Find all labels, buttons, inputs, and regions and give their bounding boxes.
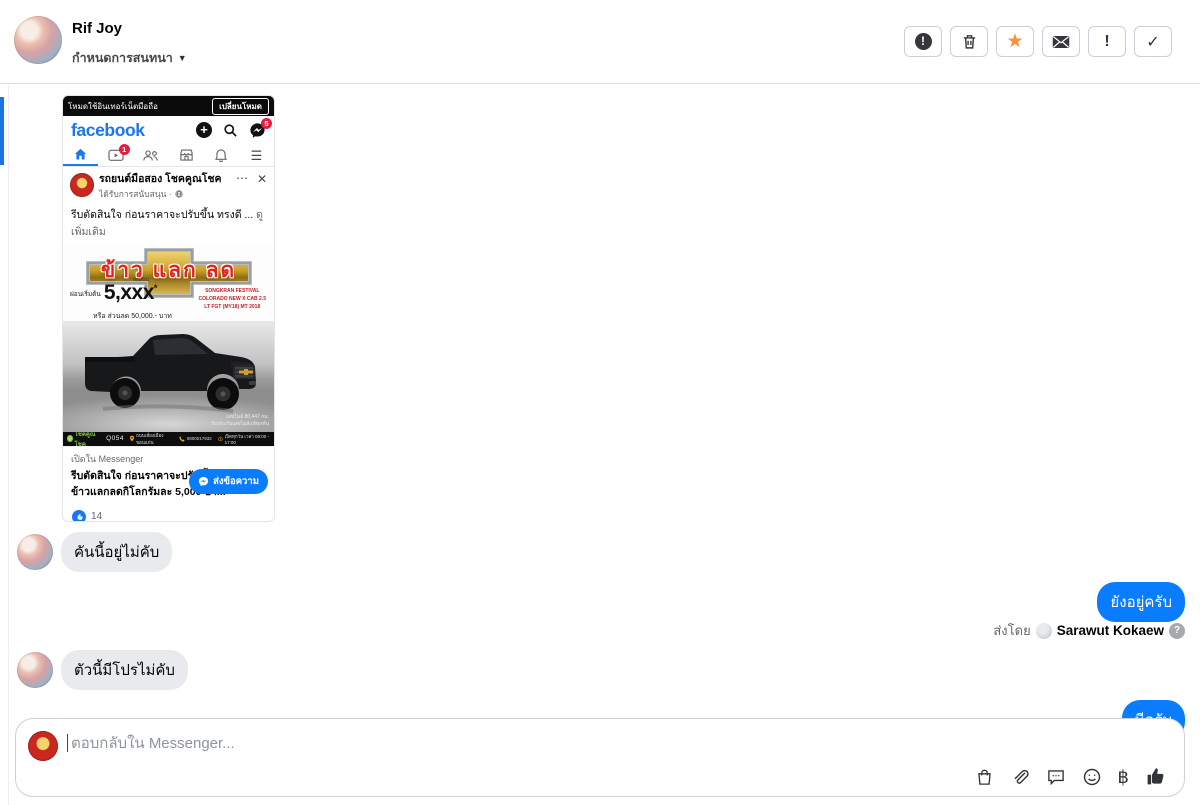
reply-composer: ฿ xyxy=(15,718,1185,797)
post-header: รถยนต์มือสอง โชคคูณโชค ได้รับการสนับสนุน… xyxy=(63,167,274,203)
truck-photo: เลขไมล์ 80,447 กม. รับประกันเลขไมล์แท้ทุ… xyxy=(63,320,274,432)
text-cursor xyxy=(67,734,68,752)
selected-conversation-indicator xyxy=(0,97,4,165)
price-note: ต่อเดือน xyxy=(133,276,149,282)
envelope-icon xyxy=(1052,35,1070,49)
mileage-text: เลขไมล์ 80,447 กม. รับประกันเลขไมล์แท้ทุ… xyxy=(211,413,269,428)
facebook-logo: facebook xyxy=(71,119,145,140)
attachment-icon[interactable] xyxy=(1010,767,1030,787)
reply-input[interactable] xyxy=(71,731,831,755)
facebook-mobile-tabbar: 1 ☰ xyxy=(63,144,274,167)
mark-important-button[interactable]: ! xyxy=(1088,26,1126,57)
tab-watch: 1 xyxy=(98,144,133,166)
page-avatar-small xyxy=(28,731,58,761)
dealer-info-strip: โชคคูณโชค Q054 ถนนเลี่ยงเมือง ขอนแก่น 08… xyxy=(63,431,274,448)
tab-marketplace xyxy=(169,144,204,166)
phone-icon xyxy=(179,436,185,442)
contact-avatar-small[interactable] xyxy=(17,652,53,688)
chevron-down-icon: ▼ xyxy=(177,53,187,63)
messenger-icon: 5 xyxy=(249,117,272,139)
outgoing-message-bubble: ยังอยู่ครับ xyxy=(1097,582,1185,622)
tab-notifications xyxy=(204,144,239,166)
page-avatar xyxy=(70,173,94,197)
messenger-bubble-icon xyxy=(198,476,209,486)
message-row-incoming: ตัวนี้มีโปรไม่คับ xyxy=(17,650,188,690)
dealer-address: ถนนเลี่ยงเมือง ขอนแก่น xyxy=(130,432,173,446)
conversation-header: Rif Joy กำหนดการสนทนา ▼ ! ★ ! ✓ xyxy=(0,0,1200,84)
mark-done-button[interactable]: ✓ xyxy=(1134,26,1172,57)
mark-unread-button[interactable] xyxy=(1042,26,1080,57)
ad-creative-banner: ข้าว แลก ลด ผ่อนเริ่มต้น ต่อเดือน 5,xxx*… xyxy=(63,244,274,321)
delete-button[interactable] xyxy=(950,26,988,57)
like-count: 14 xyxy=(91,511,103,522)
header-action-buttons: ! ★ ! ✓ xyxy=(904,26,1172,57)
thumbs-up-send-icon[interactable] xyxy=(1145,766,1166,787)
stock-code: Q054 xyxy=(106,435,124,443)
star-icon: ★ xyxy=(1006,31,1024,52)
report-button[interactable]: ! xyxy=(904,26,942,57)
change-mode-button: เปลี่ยนโหมด xyxy=(212,97,269,115)
send-message-button: ส่งข้อความ xyxy=(189,468,268,494)
messenger-cta-section: เปิดใน Messenger รีบตัดสินใจ ก่อนราคาจะป… xyxy=(63,445,274,506)
emoji-icon[interactable] xyxy=(1082,767,1102,787)
hamburger-icon: ☰ xyxy=(250,147,263,163)
incoming-message-bubble: ตัวนี้มีโปรไม่คับ xyxy=(61,650,188,690)
search-icon xyxy=(223,123,238,138)
exclamation-circle-icon: ! xyxy=(914,33,932,50)
price-value: ต่อเดือน 5,xxx* xyxy=(103,276,158,304)
ad-banner-text: ข้าว แลก ลด xyxy=(100,258,237,282)
conversation-schedule-dropdown[interactable]: กำหนดการสนทนา ▼ xyxy=(72,48,187,68)
messenger-badge: 5 xyxy=(261,117,272,129)
post-more-icon: ⋯ xyxy=(235,171,249,185)
marketplace-bag-icon[interactable] xyxy=(975,767,994,787)
post-close-icon: ✕ xyxy=(256,172,267,186)
message-row-incoming: คันนี้อยู่ไม่คับ xyxy=(17,532,173,572)
contact-name: Rif Joy xyxy=(72,20,123,37)
mobile-mode-label: โหมดใช้อินเทอร์เน็ตมือถือ xyxy=(68,101,158,111)
sponsored-label: ได้รับการสนับสนุน · xyxy=(99,188,172,199)
location-pin-icon xyxy=(130,435,134,442)
price-label: ผ่อนเริ่มต้น xyxy=(70,290,101,298)
open-in-messenger-label: เปิดใน Messenger xyxy=(71,453,144,464)
facebook-mobile-header: facebook + 5 xyxy=(63,116,274,144)
incoming-message-bubble: คันนี้อยู่ไม่คับ xyxy=(61,532,173,572)
agent-name: Sarawut Kokaew xyxy=(1056,623,1164,638)
model-text: SONGKRAN FESTIVAL COLORADO NEW X CAB 2.5… xyxy=(198,287,266,310)
check-icon: ✓ xyxy=(1146,33,1160,51)
tab-menu: ☰ xyxy=(239,144,274,166)
post-text: รีบตัดสินใจ ก่อนราคาจะปรับขึ้น ทรงดี ...… xyxy=(71,208,263,238)
clock-icon xyxy=(218,436,223,441)
like-reaction-icon xyxy=(72,509,86,521)
watch-badge: 1 xyxy=(118,144,130,155)
plus-icon: + xyxy=(196,122,212,138)
saved-replies-icon[interactable] xyxy=(1046,767,1066,786)
discount-line: หรือ ส่วนลด 50,000.- บาท xyxy=(93,312,172,320)
sent-by-row: ส่งโดย Sarawut Kokaew ? xyxy=(993,620,1185,641)
attachment-screenshot-image[interactable]: โหมดใช้อินเทอร์เน็ตมือถือ เปลี่ยนโหมด fa… xyxy=(62,95,275,522)
exclamation-icon: ! xyxy=(1104,32,1110,50)
star-button[interactable]: ★ xyxy=(996,26,1034,57)
help-icon[interactable]: ? xyxy=(1169,622,1185,639)
contact-avatar-small[interactable] xyxy=(17,534,53,570)
mobile-mode-bar: โหมดใช้อินเทอร์เน็ตมือถือ เปลี่ยนโหมด xyxy=(63,96,274,116)
sent-by-label: ส่งโดย xyxy=(993,623,1031,638)
trash-icon xyxy=(961,33,978,50)
tab-home xyxy=(63,144,99,166)
panel-divider xyxy=(8,85,9,805)
reactions-row: 14 xyxy=(63,506,274,522)
page-name: รถยนต์มือสอง โชคคูณโชค xyxy=(99,173,222,185)
messenger-inbox-page: Rif Joy กำหนดการสนทนา ▼ ! ★ ! ✓ โหมดใช้อ… xyxy=(0,0,1200,805)
dealer-phone: 0800017932 xyxy=(179,436,212,442)
agent-avatar xyxy=(1035,622,1052,639)
conversation-schedule-label: กำหนดการสนทนา xyxy=(72,51,173,65)
contact-avatar[interactable] xyxy=(14,16,62,64)
payment-baht-icon[interactable]: ฿ xyxy=(1118,768,1129,786)
dealer-hours: เปิดทุกวัน เวลา 08:00 - 17:00 xyxy=(218,433,270,445)
globe-icon xyxy=(175,189,183,198)
dealer-logo-icon xyxy=(67,435,73,443)
tab-friends xyxy=(133,144,168,166)
